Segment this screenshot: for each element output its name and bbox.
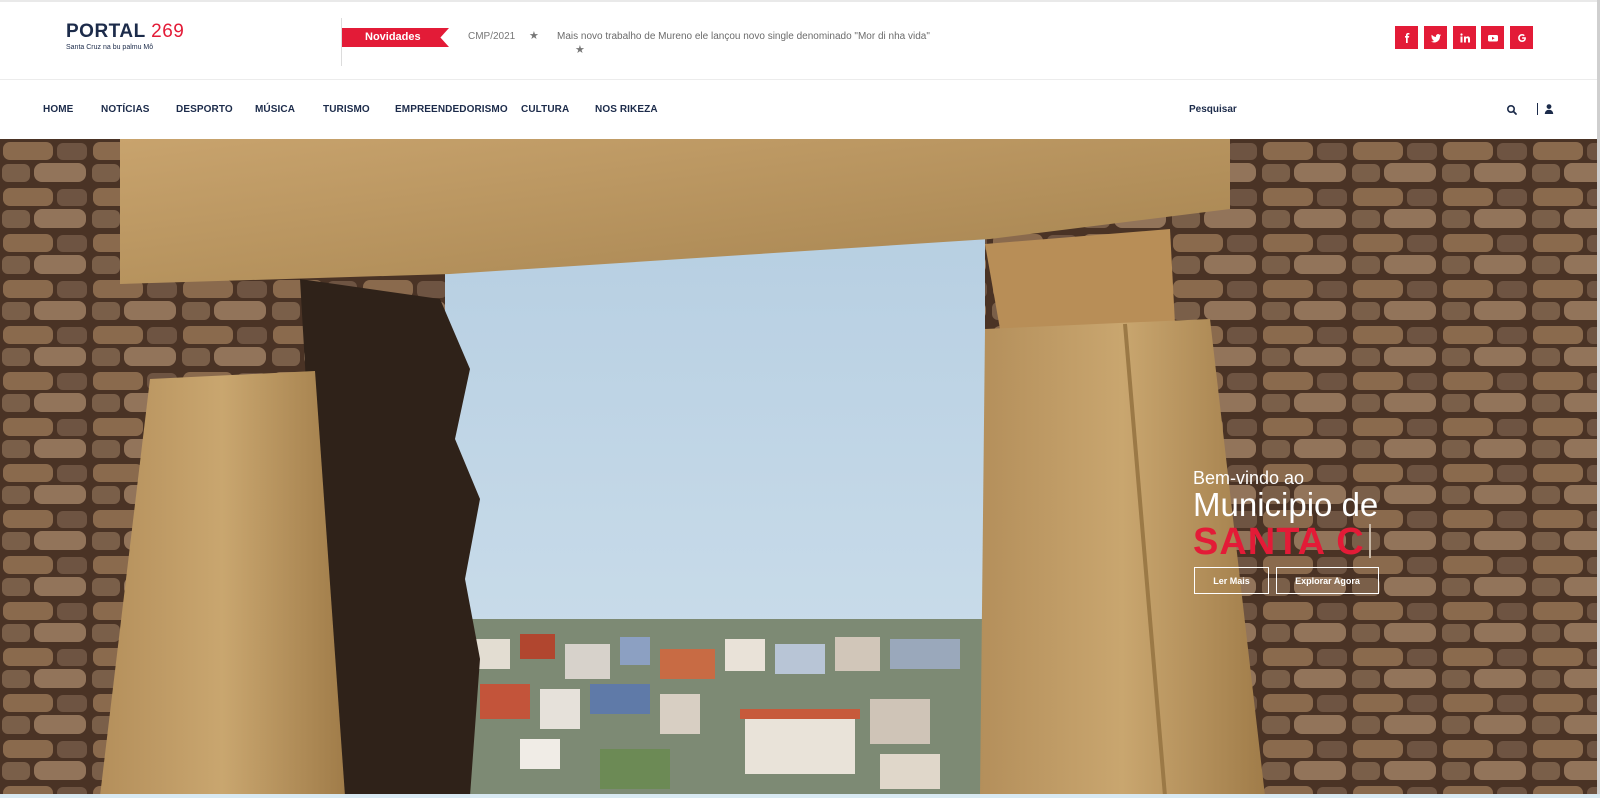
hero-caption: Bem-vindo ao Municipio de SANTA C [1193, 469, 1378, 561]
youtube-icon [1487, 34, 1498, 41]
linkedin-icon [1459, 32, 1470, 42]
search-icon[interactable] [1506, 104, 1518, 116]
twitter-button[interactable] [1424, 26, 1447, 49]
typing-cursor [1368, 524, 1371, 558]
hero-background-image [0, 139, 1597, 796]
nav-item-nos-rikeza[interactable]: NOS RIKEZA [595, 104, 658, 115]
google-button[interactable] [1510, 26, 1533, 49]
star-icon: ★ [529, 30, 539, 42]
logo-title-text: PORTAL [66, 21, 146, 42]
hero-municipality-name: SANTA C [1193, 523, 1378, 561]
news-headline[interactable]: Mais novo trabalho de Mureno ele lançou … [557, 31, 930, 42]
news-badge: Novidades [342, 28, 449, 47]
news-divider [341, 18, 342, 66]
town-illustration [445, 619, 985, 796]
google-icon [1517, 33, 1526, 42]
facebook-icon [1404, 32, 1409, 43]
main-navigation: HOME NOTÍCIAS DESPORTO MÚSICA TURISMO EM… [0, 80, 1600, 139]
nav-item-turismo[interactable]: TURISMO [323, 104, 370, 115]
user-icon[interactable] [1543, 103, 1555, 115]
facebook-button[interactable] [1395, 26, 1418, 49]
nav-separator [1537, 103, 1538, 115]
nav-item-empreendedorismo[interactable]: EMPREENDEDORISMO [395, 104, 508, 115]
twitter-icon [1430, 33, 1441, 42]
linkedin-button[interactable] [1453, 26, 1476, 49]
nav-item-noticias[interactable]: NOTÍCIAS [101, 104, 150, 115]
bottom-strip [0, 794, 1600, 798]
top-header: PORTAL 269 Santa Cruz na bu palmu Mô Nov… [0, 0, 1600, 80]
news-date: CMP/2021 [468, 31, 516, 42]
hero-banner: Bem-vindo ao Municipio de SANTA C Ler Ma… [0, 139, 1597, 796]
search-input[interactable]: Pesquisar [1189, 104, 1237, 115]
hero-title: Municipio de [1193, 486, 1379, 523]
logo-tagline: Santa Cruz na bu palmu Mô [66, 44, 154, 51]
nav-item-desporto[interactable]: DESPORTO [176, 104, 233, 115]
nav-item-cultura[interactable]: CULTURA [521, 104, 569, 115]
nav-item-home[interactable]: HOME [43, 104, 73, 115]
read-more-button[interactable]: Ler Mais [1194, 567, 1269, 594]
nav-item-musica[interactable]: MÚSICA [255, 104, 295, 115]
youtube-button[interactable] [1481, 26, 1504, 49]
star-icon: ★ [575, 44, 585, 56]
logo-title: PORTAL 269 [66, 22, 184, 42]
logo-number: 269 [151, 21, 185, 42]
hero-welcome-text: Bem-vindo ao [1193, 468, 1305, 488]
hero-name-text: SANTA C [1193, 521, 1365, 563]
explore-now-button[interactable]: Explorar Agora [1276, 567, 1379, 594]
site-logo[interactable]: PORTAL 269 Santa Cruz na bu palmu Mô [66, 22, 184, 52]
